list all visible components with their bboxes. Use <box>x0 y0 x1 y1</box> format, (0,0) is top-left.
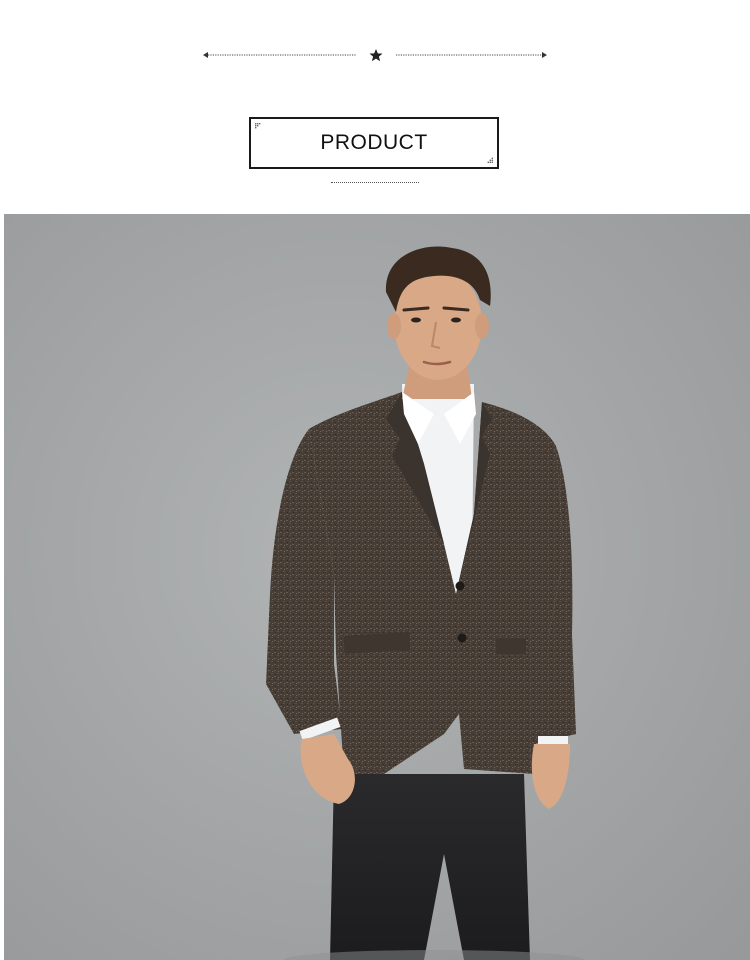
product-detail-page: PRODUCT <box>0 0 750 960</box>
header-ornament <box>200 44 550 66</box>
title-underline <box>331 182 419 183</box>
left-arrow-icon <box>203 52 208 58</box>
right-arrow-icon <box>542 52 547 58</box>
product-photo <box>4 214 750 960</box>
section-title-box: PRODUCT <box>249 117 499 169</box>
section-title: PRODUCT <box>320 131 428 154</box>
button <box>455 581 465 591</box>
model-illustration <box>4 214 750 960</box>
star-icon <box>369 49 383 62</box>
button <box>457 633 467 643</box>
pocket-flap <box>343 632 411 654</box>
corner-dots-icon <box>487 157 493 163</box>
pocket-flap <box>496 638 526 654</box>
corner-dots-icon <box>255 123 261 129</box>
